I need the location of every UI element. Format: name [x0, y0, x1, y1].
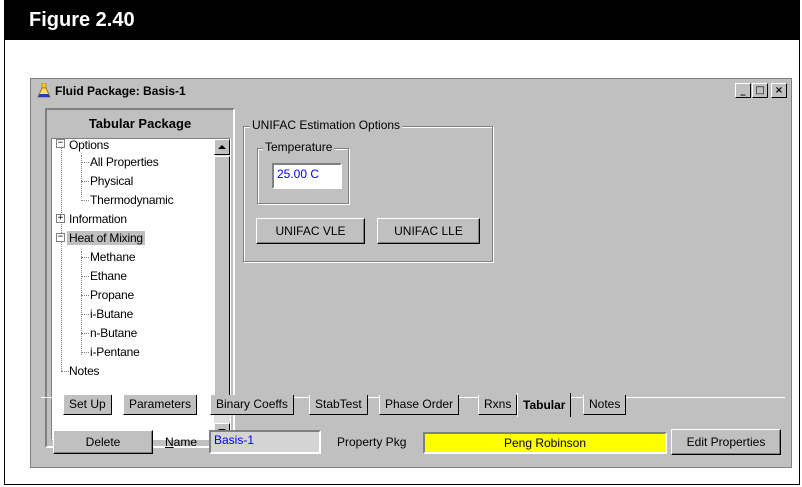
tree-item-all-properties[interactable]: All Properties	[90, 155, 159, 169]
tree-item-physical[interactable]: Physical	[90, 174, 133, 188]
tree-item-notes[interactable]: Notes	[69, 364, 100, 378]
tab-parameters[interactable]: Parameters	[123, 395, 198, 415]
fluid-package-window: Fluid Package: Basis-1 _ □ × Tabular Pac…	[30, 78, 792, 468]
tab-phase-order[interactable]: Phase Order	[379, 395, 460, 415]
figure-title: Figure 2.40	[5, 0, 799, 40]
tree-item-n-butane[interactable]: n-Butane	[90, 326, 137, 340]
edit-properties-button[interactable]: Edit Properties	[671, 429, 781, 455]
tree-item-i-butane[interactable]: i-Butane	[90, 307, 133, 321]
expand-icon[interactable]: +	[56, 214, 65, 223]
scroll-up-button[interactable]	[214, 139, 230, 155]
tree-connector	[81, 352, 89, 353]
collapse-icon[interactable]: −	[56, 233, 65, 242]
temperature-field[interactable]: 25.00 C	[272, 163, 342, 189]
name-label-rest: ame	[173, 435, 198, 449]
tree-title: Tabular Package	[88, 116, 192, 131]
tree-item-propane[interactable]: Propane	[90, 288, 134, 302]
property-pkg-field[interactable]: Peng Robinson	[423, 432, 667, 454]
name-field[interactable]: Basis-1	[209, 430, 321, 454]
maximize-button[interactable]: □	[752, 83, 768, 98]
tree-item-ethane[interactable]: Ethane	[90, 269, 127, 283]
tab-notes[interactable]: Notes	[583, 395, 627, 415]
tree-connector	[81, 276, 89, 277]
tree-connector	[61, 147, 62, 371]
minimize-button[interactable]: _	[735, 83, 751, 98]
tree-item-i-pentane[interactable]: i-Pentane	[90, 345, 140, 359]
tab-stabtest[interactable]: StabTest	[309, 395, 368, 415]
tab-rxns[interactable]: Rxns	[478, 395, 518, 415]
arrow-up-icon	[218, 145, 226, 149]
unifac-vle-button[interactable]: UNIFAC VLE	[256, 218, 365, 244]
unifac-lle-button[interactable]: UNIFAC LLE	[377, 218, 480, 244]
tree-connector	[81, 333, 89, 334]
tree-connector	[81, 257, 89, 258]
flask-icon	[37, 82, 51, 99]
tab-set-up[interactable]: Set Up	[63, 395, 112, 415]
tree-item-methane[interactable]: Methane	[90, 250, 136, 264]
delete-button[interactable]: Delete	[53, 430, 153, 454]
collapse-icon[interactable]: −	[56, 139, 65, 148]
tree-connector	[81, 251, 82, 355]
tab-tabular[interactable]: Tabular	[517, 393, 572, 417]
title-bar[interactable]: Fluid Package: Basis-1 _ □ ×	[33, 81, 789, 101]
close-button[interactable]: ×	[771, 83, 787, 98]
scroll-thumb[interactable]	[214, 156, 230, 406]
tree-connector	[81, 295, 89, 296]
tree-item-information[interactable]: Information	[69, 212, 127, 226]
tree-connector	[81, 200, 89, 201]
tree-item-options[interactable]: Options	[69, 139, 109, 152]
unifac-group-label: UNIFAC Estimation Options	[250, 118, 403, 132]
name-label-accelerator: N	[165, 435, 174, 449]
tree-connector	[81, 314, 89, 315]
tree-item-thermodynamic[interactable]: Thermodynamic	[90, 193, 174, 207]
tab-strip: Set Up Parameters Binary Coeffs StabTest…	[53, 393, 783, 419]
tree-scrollbar[interactable]	[214, 139, 230, 439]
property-pkg-label: Property Pkg	[337, 435, 407, 449]
tree-connector	[81, 162, 89, 163]
tab-binary-coeffs[interactable]: Binary Coeffs	[210, 395, 294, 415]
name-label: Name	[165, 435, 197, 449]
window-title: Fluid Package: Basis-1	[55, 84, 186, 98]
tree-connector	[81, 181, 89, 182]
tree-item-heat-of-mixing[interactable]: Heat of Mixing	[67, 231, 145, 245]
temperature-label: Temperature	[263, 140, 335, 154]
